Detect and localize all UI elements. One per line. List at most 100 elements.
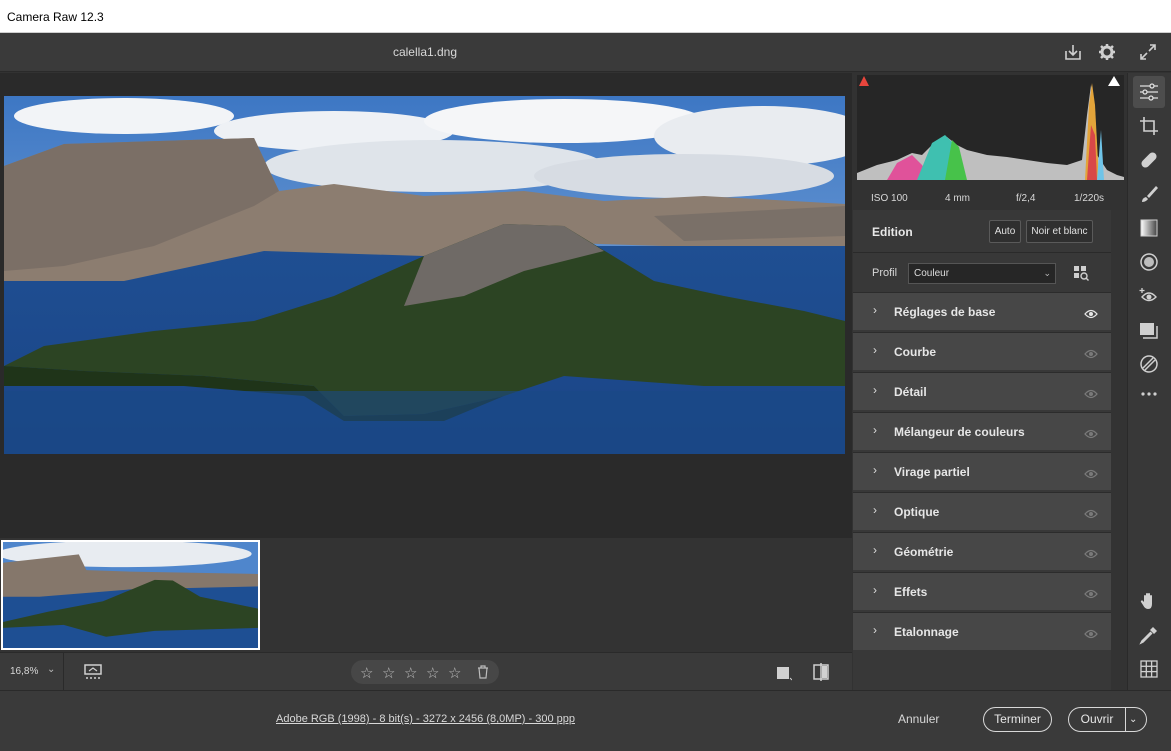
section-label: Réglages de base	[894, 305, 996, 319]
panel-scrollbar[interactable]	[1111, 210, 1127, 690]
snapshots-icon[interactable]	[1139, 320, 1159, 340]
star-icon[interactable]: ☆	[426, 664, 439, 682]
filmstrip-options-icon[interactable]	[84, 663, 104, 681]
open-button[interactable]: Ouvrir ⌄	[1068, 707, 1147, 732]
radial-filter-icon[interactable]	[1139, 252, 1159, 272]
graduated-filter-icon[interactable]	[1139, 218, 1159, 238]
file-name: calella1.dng	[392, 45, 458, 59]
chevron-right-icon: ›	[873, 303, 877, 317]
eye-icon[interactable]	[1084, 426, 1098, 439]
cancel-button[interactable]: Annuler	[898, 712, 939, 726]
section-label: Détail	[894, 385, 927, 399]
shutter-speed: 1/220s	[1074, 193, 1105, 204]
section-color-mixer[interactable]: › Mélangeur de couleurs	[853, 412, 1111, 450]
star-rating: ☆ ☆ ☆ ☆ ☆	[351, 660, 499, 684]
section-geometry[interactable]: › Géométrie	[853, 532, 1111, 570]
presets-icon[interactable]	[1139, 354, 1159, 374]
eye-icon[interactable]	[1084, 346, 1098, 359]
fullscreen-icon[interactable]	[1138, 42, 1158, 62]
window-title: Camera Raw 12.3	[7, 10, 104, 24]
preview-image	[4, 96, 845, 454]
section-effects[interactable]: › Effets	[853, 572, 1111, 610]
auto-button[interactable]: Auto	[989, 220, 1021, 243]
open-label: Ouvrir	[1080, 712, 1114, 726]
star-icon[interactable]: ☆	[404, 664, 417, 682]
red-eye-icon[interactable]	[1139, 286, 1159, 306]
healing-icon[interactable]	[1139, 150, 1159, 170]
grid-icon[interactable]	[1139, 659, 1159, 679]
open-divider	[1125, 708, 1126, 731]
white-balance-eyedropper-icon[interactable]	[1139, 625, 1159, 645]
eye-icon[interactable]	[1084, 306, 1098, 319]
section-curve[interactable]: › Courbe	[853, 332, 1111, 370]
section-label: Effets	[894, 585, 928, 599]
filmstrip	[0, 538, 852, 652]
star-icon[interactable]: ☆	[448, 664, 461, 682]
eye-icon[interactable]	[1084, 466, 1098, 479]
save-image-icon[interactable]	[1063, 42, 1083, 62]
top-toolbar: calella1.dng	[0, 33, 1171, 72]
eye-icon[interactable]	[1084, 506, 1098, 519]
chevron-down-icon: ⌄	[47, 664, 56, 675]
eye-icon[interactable]	[1084, 586, 1098, 599]
profile-value: Couleur	[914, 268, 950, 279]
histogram-panel: ISO 100 4 mm f/2,4 1/220s	[853, 73, 1127, 210]
title-bar: Camera Raw 12.3	[0, 0, 1171, 33]
brush-icon[interactable]	[1139, 184, 1159, 204]
section-label: Courbe	[894, 345, 936, 359]
panel-title: Edition	[872, 225, 913, 239]
profile-row: Profil Couleur ⌄	[853, 252, 1127, 292]
section-label: Virage partiel	[894, 465, 970, 479]
chevron-right-icon: ›	[873, 583, 877, 597]
camera-raw-window: Camera Raw 12.3 calella1.dng 16,8% ⌄ ☆ ☆…	[0, 0, 1171, 751]
zoom-level: 16,8%	[10, 666, 39, 677]
hand-icon[interactable]	[1139, 591, 1159, 611]
tool-strip	[1127, 73, 1171, 690]
workflow-options-link[interactable]: Adobe RGB (1998) - 8 bit(s) - 3272 x 245…	[276, 713, 575, 725]
chevron-right-icon: ›	[873, 503, 877, 517]
section-optics[interactable]: › Optique	[853, 492, 1111, 530]
profile-browser-icon[interactable]	[1073, 265, 1089, 281]
profile-select[interactable]: Couleur ⌄	[908, 263, 1056, 284]
edit-panel: Edition Auto Noir et blanc Profil Couleu…	[853, 210, 1127, 690]
eye-icon[interactable]	[1084, 546, 1098, 559]
chevron-right-icon: ›	[873, 343, 877, 357]
star-icon[interactable]: ☆	[382, 664, 395, 682]
histogram-graph	[857, 75, 1124, 180]
trash-icon[interactable]	[477, 665, 489, 679]
edit-sliders-icon[interactable]	[1133, 76, 1165, 108]
star-icon[interactable]: ☆	[360, 664, 373, 682]
eye-icon[interactable]	[1084, 626, 1098, 639]
aperture: f/2,4	[1016, 193, 1036, 204]
done-button[interactable]: Terminer	[983, 707, 1052, 732]
profile-label: Profil	[872, 267, 898, 279]
zoom-selector[interactable]: 16,8% ⌄	[0, 653, 64, 691]
shadow-clipping-icon[interactable]	[858, 74, 870, 86]
chevron-down-icon[interactable]: ⌄	[1129, 708, 1137, 731]
chevron-right-icon: ›	[873, 423, 877, 437]
chevron-down-icon: ⌄	[1043, 268, 1051, 278]
filmstrip-thumbnail[interactable]	[1, 540, 260, 650]
iso-value: ISO 100	[871, 193, 908, 204]
section-label: Géométrie	[894, 545, 954, 559]
focal-length: 4 mm	[945, 193, 970, 204]
edit-header: Edition Auto Noir et blanc	[853, 210, 1127, 252]
bottom-toolbar: 16,8% ⌄ ☆ ☆ ☆ ☆ ☆	[0, 652, 852, 691]
before-after-icon[interactable]	[813, 663, 831, 681]
footer-bar: Adobe RGB (1998) - 8 bit(s) - 3272 x 245…	[0, 690, 1171, 751]
crop-icon[interactable]	[1139, 116, 1159, 136]
highlight-clipping-icon[interactable]	[1107, 74, 1121, 86]
section-calibration[interactable]: › Etalonnage	[853, 612, 1111, 650]
single-view-icon[interactable]	[776, 665, 793, 681]
image-canvas[interactable]	[0, 73, 852, 538]
chevron-right-icon: ›	[873, 463, 877, 477]
section-label: Optique	[894, 505, 940, 519]
gear-icon[interactable]	[1097, 42, 1117, 62]
section-basic[interactable]: › Réglages de base	[853, 292, 1111, 330]
section-detail[interactable]: › Détail	[853, 372, 1111, 410]
chevron-right-icon: ›	[873, 383, 877, 397]
more-options-icon[interactable]	[1139, 384, 1159, 404]
black-white-button[interactable]: Noir et blanc	[1026, 220, 1093, 243]
eye-icon[interactable]	[1084, 386, 1098, 399]
section-split-toning[interactable]: › Virage partiel	[853, 452, 1111, 490]
